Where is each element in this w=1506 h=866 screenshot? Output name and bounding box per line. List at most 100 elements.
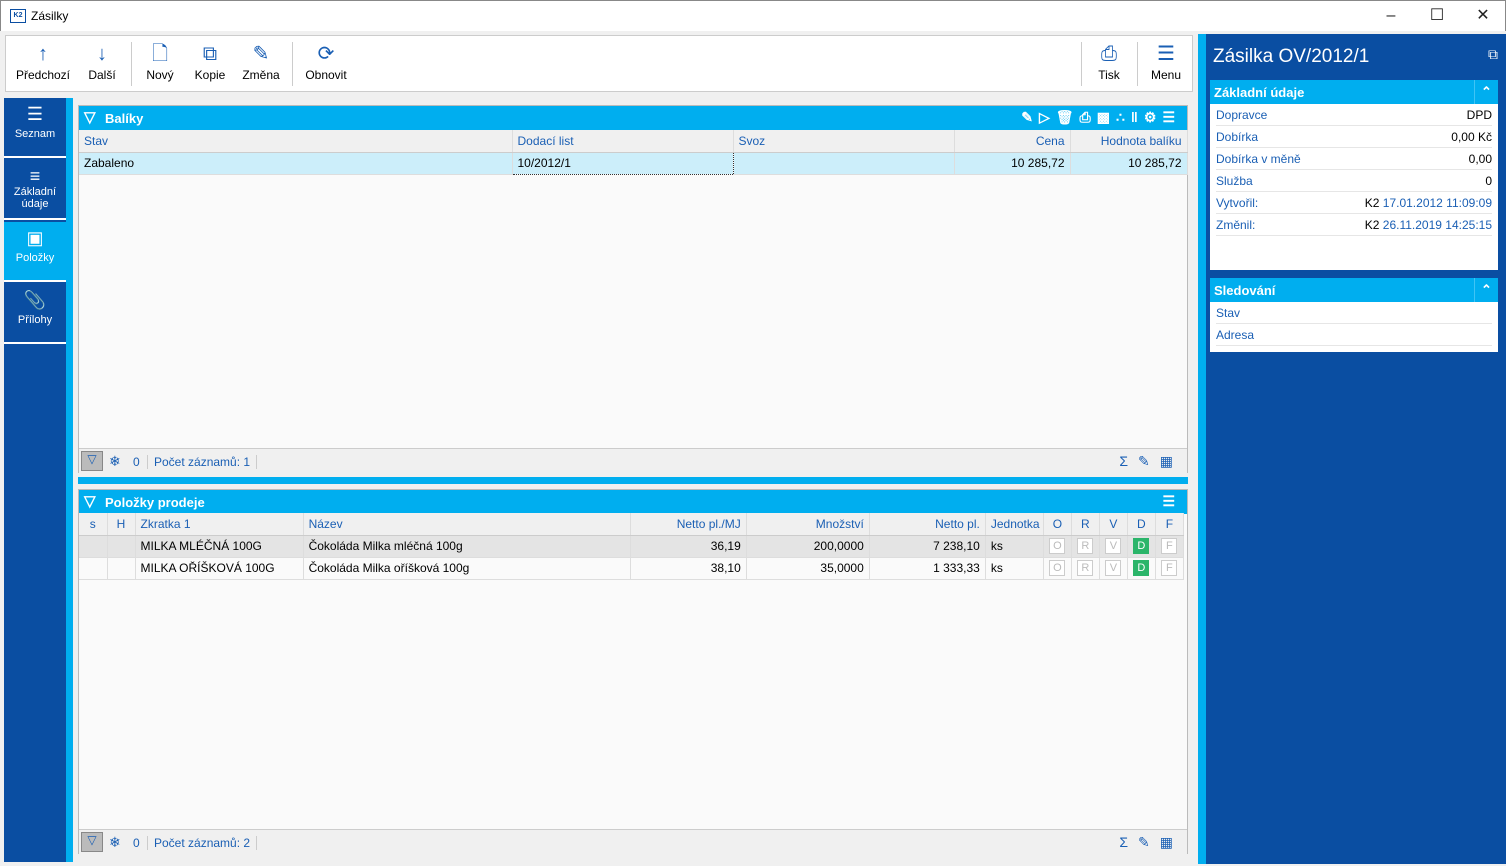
cell-flag-o[interactable]: O xyxy=(1043,557,1072,580)
cell-dodaci-list[interactable]: 10/2012/1 xyxy=(511,151,734,175)
flag-r-toggle[interactable]: R xyxy=(1077,538,1094,554)
next-button[interactable]: ↓ Další xyxy=(82,36,122,91)
columns-icon[interactable]: ‖ xyxy=(1131,109,1144,125)
cell-jednotka[interactable]: ks xyxy=(985,557,1044,580)
cell-stav[interactable]: Zabaleno xyxy=(79,152,513,175)
table-row[interactable]: MILKA MLÉČNÁ 100G Čokoláda Milka mléčná 1… xyxy=(79,535,1185,558)
pencil-icon[interactable]: ✎ xyxy=(1138,453,1160,469)
filter-toggle-icon[interactable]: ▽ xyxy=(81,832,103,852)
previous-button[interactable]: ↑ Předchozí xyxy=(12,36,74,91)
cell-mnozstvi[interactable]: 200,0000 xyxy=(746,535,870,558)
pencil-icon[interactable]: ✎ xyxy=(1021,109,1039,125)
cell-nazev[interactable]: Čokoláda Milka oříšková 100g xyxy=(303,557,631,580)
flag-v-toggle[interactable]: V xyxy=(1105,538,1122,554)
new-button[interactable]: 🗋 Nový xyxy=(140,36,180,91)
play-icon[interactable]: ▷ xyxy=(1039,109,1056,125)
cell-nazev[interactable]: Čokoláda Milka mléčná 100g xyxy=(303,535,631,558)
cell-cena[interactable]: 10 285,72 xyxy=(954,152,1071,175)
gear-icon[interactable]: ⚙ xyxy=(1144,109,1163,125)
cell-s[interactable] xyxy=(79,535,108,558)
cell-h[interactable] xyxy=(107,535,136,558)
flag-f-toggle[interactable]: F xyxy=(1161,560,1178,576)
trash-icon[interactable]: 🗑 xyxy=(1056,109,1080,125)
edit-button[interactable]: ✎ Změna xyxy=(238,36,284,91)
col-jednotka[interactable]: Jednotka xyxy=(985,513,1044,536)
cell-zkratka[interactable]: MILKA MLÉČNÁ 100G xyxy=(135,535,304,558)
pencil-icon[interactable]: ✎ xyxy=(1138,834,1160,850)
sidebar-item-prilohy[interactable]: 📎 Přílohy xyxy=(4,284,66,344)
col-d[interactable]: D xyxy=(1127,513,1156,536)
col-v[interactable]: V xyxy=(1099,513,1128,536)
flag-o-toggle[interactable]: O xyxy=(1049,560,1066,576)
cell-mnozstvi[interactable]: 35,0000 xyxy=(746,557,870,580)
cell-netto-mj[interactable]: 38,10 xyxy=(630,557,747,580)
col-o[interactable]: O xyxy=(1043,513,1072,536)
cell-zkratka[interactable]: MILKA OŘÍŠKOVÁ 100G xyxy=(135,557,304,580)
cell-flag-d[interactable]: D xyxy=(1127,557,1156,580)
col-svoz[interactable]: Svoz xyxy=(733,130,955,153)
sum-icon[interactable]: Σ xyxy=(1119,453,1138,469)
filter-icon[interactable]: ▽ xyxy=(84,492,96,510)
cell-netto-mj[interactable]: 36,19 xyxy=(630,535,747,558)
cell-netto[interactable]: 1 333,33 xyxy=(869,557,986,580)
panel-actions[interactable]: ✎▷🗑⎙▩∴‖⚙☰ xyxy=(1021,109,1181,126)
add-table-icon[interactable]: ▦ xyxy=(1160,453,1183,469)
cell-flag-f[interactable]: F xyxy=(1155,557,1185,580)
refresh-button[interactable]: ⟳ Obnovit xyxy=(300,36,352,91)
table-row[interactable]: MILKA OŘÍŠKOVÁ 100G Čokoláda Milka oříško… xyxy=(79,557,1185,580)
cell-flag-v[interactable]: V xyxy=(1099,557,1128,580)
col-hodnota[interactable]: Hodnota balíku xyxy=(1070,130,1188,153)
snowflake-icon[interactable]: ❄ xyxy=(109,453,121,470)
sidebar-item-polozky[interactable]: ▣ Položky xyxy=(4,222,66,282)
cell-flag-o[interactable]: O xyxy=(1043,535,1072,558)
cell-jednotka[interactable]: ks xyxy=(985,535,1044,558)
filter-toggle-icon[interactable]: ▽ xyxy=(81,451,103,471)
cell-netto[interactable]: 7 238,10 xyxy=(869,535,986,558)
sum-icon[interactable]: Σ xyxy=(1119,834,1138,850)
boxes-icon[interactable]: ∴ xyxy=(1116,109,1131,125)
add-table-icon[interactable]: ▦ xyxy=(1160,834,1183,850)
flag-r-toggle[interactable]: R xyxy=(1077,560,1094,576)
flag-f-toggle[interactable]: F xyxy=(1161,538,1178,554)
col-netto-mj[interactable]: Netto pl./MJ xyxy=(630,513,747,536)
chart-icon[interactable]: ▩ xyxy=(1097,109,1116,125)
panel-splitter[interactable] xyxy=(78,477,1188,484)
minimize-button[interactable]: – xyxy=(1368,1,1414,31)
cell-flag-f[interactable]: F xyxy=(1155,535,1185,558)
close-button[interactable]: ✕ xyxy=(1460,1,1506,31)
sidebar-item-zakladni-udaje[interactable]: ≡ Základní údaje xyxy=(4,160,66,220)
flag-d-toggle[interactable]: D xyxy=(1133,538,1150,554)
cell-flag-d[interactable]: D xyxy=(1127,535,1156,558)
snowflake-icon[interactable]: ❄ xyxy=(109,834,121,851)
cell-flag-r[interactable]: R xyxy=(1071,557,1100,580)
cell-svoz[interactable] xyxy=(733,152,955,175)
flag-v-toggle[interactable]: V xyxy=(1105,560,1122,576)
maximize-button[interactable]: ☐ xyxy=(1414,1,1460,31)
cell-hodnota[interactable]: 10 285,72 xyxy=(1070,152,1188,175)
flag-o-toggle[interactable]: O xyxy=(1049,538,1066,554)
col-cena[interactable]: Cena xyxy=(954,130,1071,153)
printer-icon[interactable]: ⎙ xyxy=(1080,109,1097,125)
popout-icon[interactable]: ⧉ xyxy=(1488,46,1498,63)
col-dodaci-list[interactable]: Dodací list xyxy=(512,130,734,153)
detail-splitter[interactable] xyxy=(1198,34,1206,864)
chevron-up-icon[interactable]: ⌃ xyxy=(1474,278,1498,302)
cell-flag-r[interactable]: R xyxy=(1071,535,1100,558)
flag-d-toggle[interactable]: D xyxy=(1133,560,1150,576)
col-mnozstvi[interactable]: Množství xyxy=(746,513,870,536)
col-h[interactable]: H xyxy=(107,513,136,536)
hamburger-icon[interactable]: ☰ xyxy=(1162,109,1181,125)
col-f[interactable]: F xyxy=(1155,513,1185,536)
col-stav[interactable]: Stav xyxy=(79,130,513,153)
sidebar-item-seznam[interactable]: ☰ Seznam xyxy=(4,98,66,158)
print-button[interactable]: ⎙ Tisk xyxy=(1089,36,1129,91)
col-s[interactable]: s xyxy=(79,513,108,536)
cell-flag-v[interactable]: V xyxy=(1099,535,1128,558)
table-row[interactable]: Zabaleno 10/2012/1 10 285,72 10 285,72 xyxy=(79,151,1188,175)
cell-s[interactable] xyxy=(79,557,108,580)
menu-button[interactable]: ☰ Menu xyxy=(1144,36,1188,91)
col-r[interactable]: R xyxy=(1071,513,1100,536)
hamburger-icon[interactable]: ☰ xyxy=(1162,493,1181,510)
copy-button[interactable]: ⧉ Kopie xyxy=(190,36,230,91)
filter-icon[interactable]: ▽ xyxy=(84,108,96,126)
